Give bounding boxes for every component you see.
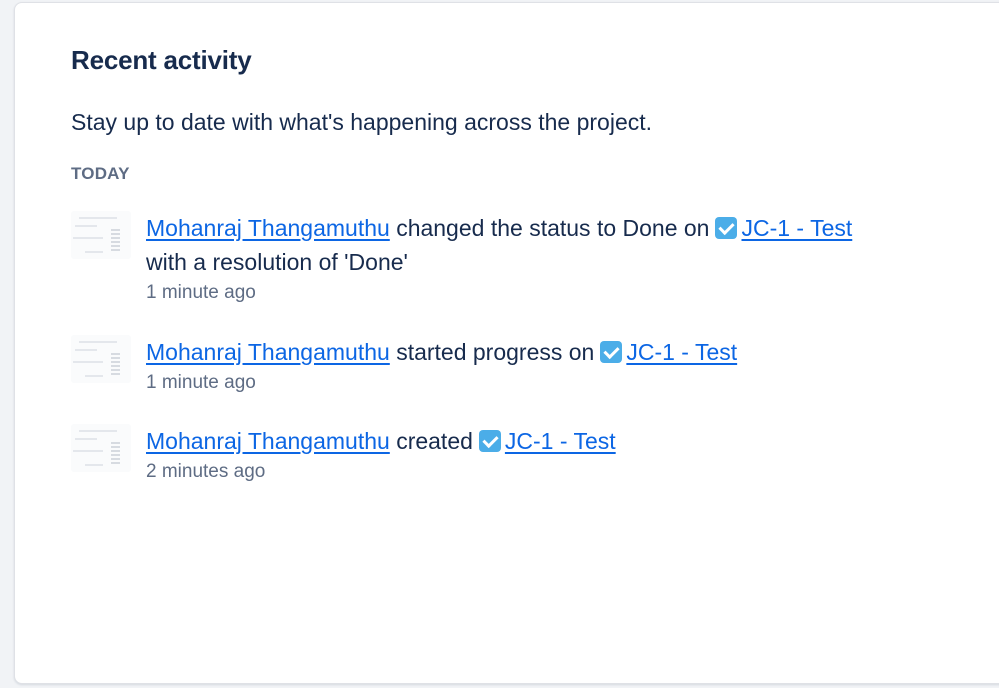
task-check-icon [715, 217, 738, 239]
panel-title: Recent activity [71, 45, 252, 75]
user-link[interactable]: Mohanraj Thangamuthu [146, 339, 390, 365]
task-check-icon [600, 341, 623, 363]
activity-timestamp: 2 minutes ago [146, 461, 266, 482]
activity-action: changed the status to Done on [396, 215, 710, 241]
panel-subtitle: Stay up to date with what's happening ac… [71, 109, 653, 135]
issue-link[interactable]: JC-1 - Test [505, 428, 616, 454]
activity-action: created [396, 428, 473, 454]
activity-content: Mohanraj Thangamuthu created JC-1 - Test … [146, 424, 946, 486]
activity-content: Mohanraj Thangamuthu started progress on… [146, 335, 946, 397]
activity-text: Mohanraj Thangamuthu created JC-1 - Test [146, 424, 946, 458]
activity-content: Mohanraj Thangamuthu changed the status … [146, 211, 946, 307]
recent-activity-card: Recent activity Stay up to date with wha… [14, 2, 999, 684]
avatar [71, 335, 131, 383]
user-link[interactable]: Mohanraj Thangamuthu [146, 215, 390, 241]
avatar [71, 424, 131, 472]
activity-text: Mohanraj Thangamuthu changed the status … [146, 211, 946, 279]
issue-link[interactable]: JC-1 - Test [741, 215, 852, 241]
avatar [71, 211, 131, 259]
issue-link[interactable]: JC-1 - Test [626, 339, 737, 365]
day-group-header: TODAY [71, 164, 130, 183]
user-link[interactable]: Mohanraj Thangamuthu [146, 428, 390, 454]
activity-timestamp: 1 minute ago [146, 282, 256, 303]
task-check-icon [478, 430, 501, 452]
activity-continuation: with a resolution of 'Done' [146, 249, 408, 275]
activity-action: started progress on [396, 339, 595, 365]
activity-text: Mohanraj Thangamuthu started progress on… [146, 335, 946, 369]
activity-timestamp: 1 minute ago [146, 372, 256, 393]
